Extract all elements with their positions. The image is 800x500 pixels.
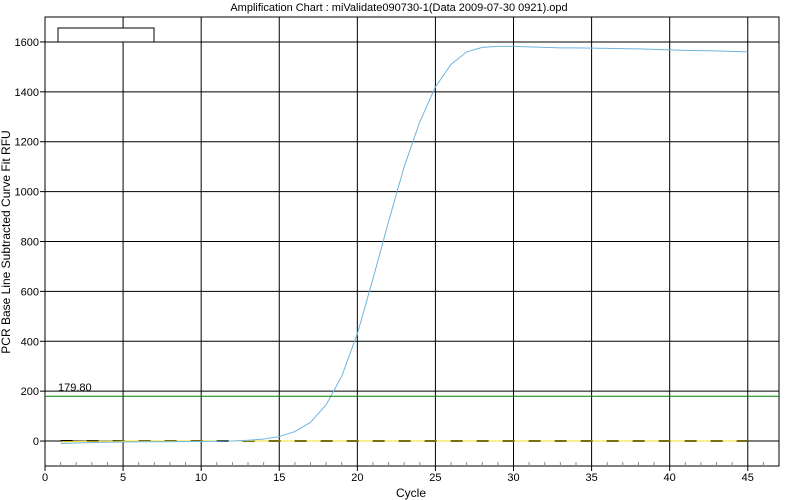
y-tick-label: 1600 xyxy=(15,37,39,49)
y-tick-label: 1400 xyxy=(15,87,39,99)
x-tick-label: 35 xyxy=(585,472,597,484)
threshold-label: 179.80 xyxy=(58,382,92,394)
y-tick-label: 1000 xyxy=(15,187,39,199)
amplification-chart: Amplification Chart : miValidate090730-1… xyxy=(0,2,780,500)
x-tick-label: 10 xyxy=(195,472,207,484)
x-axis-label: Cycle xyxy=(396,486,426,500)
x-tick-label: 40 xyxy=(664,472,676,484)
x-tick-label: 5 xyxy=(120,472,126,484)
legend-box[interactable] xyxy=(57,27,155,43)
x-tick-label: 0 xyxy=(42,472,48,484)
x-tick-label: 15 xyxy=(273,472,285,484)
chart-title: Amplification Chart : miValidate090730-1… xyxy=(230,2,567,14)
y-tick-label: 0 xyxy=(33,436,39,448)
y-axis-label: PCR Base Line Subtracted Curve Fit RFU xyxy=(0,130,13,353)
x-tick-label: 25 xyxy=(429,472,441,484)
y-tick-label: 1200 xyxy=(15,137,39,149)
x-tick-label: 45 xyxy=(742,472,754,484)
y-tick-label: 200 xyxy=(21,386,39,398)
x-tick-label: 20 xyxy=(351,472,363,484)
y-tick-label: 400 xyxy=(21,336,39,348)
y-tick-label: 800 xyxy=(21,237,39,249)
x-tick-label: 30 xyxy=(507,472,519,484)
y-tick-label: 600 xyxy=(21,286,39,298)
